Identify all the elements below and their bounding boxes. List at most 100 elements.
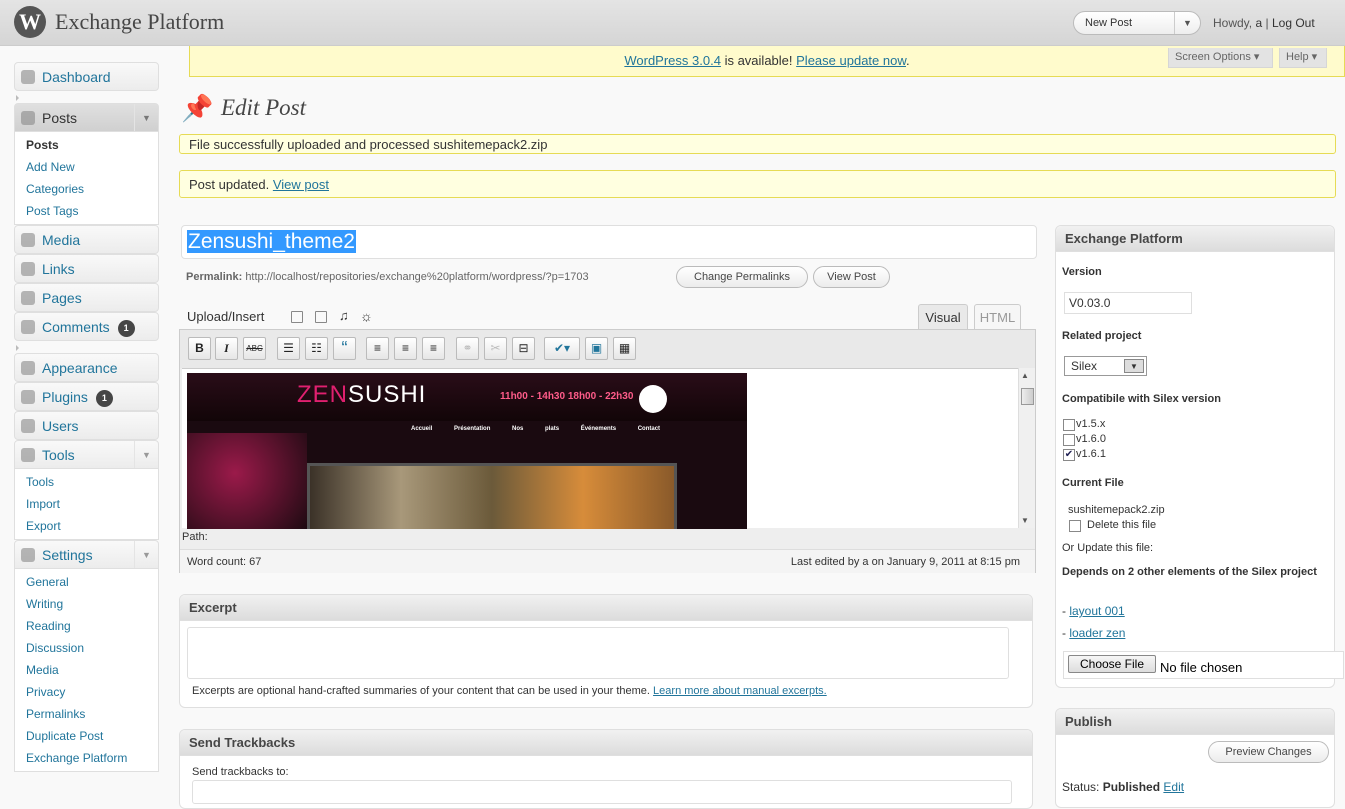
tab-visual[interactable]: Visual	[918, 304, 968, 330]
new-post-dropdown[interactable]: New Post ▼	[1073, 11, 1201, 35]
help-button[interactable]: Help ▾	[1279, 48, 1327, 68]
wordpress-logo-icon[interactable]: W	[14, 6, 46, 38]
menu-appearance[interactable]: Appearance	[14, 353, 159, 382]
submenu-post-tags[interactable]: Post Tags	[15, 200, 158, 222]
submenu-exchange-platform[interactable]: Exchange Platform	[15, 747, 158, 769]
menu-pages[interactable]: Pages	[14, 283, 159, 312]
editor-content[interactable]: ZENSUSHI 11h00 - 14h30 18h00 - 22h30 Acc…	[182, 368, 1018, 529]
submenu-categories[interactable]: Categories	[15, 178, 158, 200]
chevron-down-icon[interactable]: ▼	[134, 441, 158, 468]
post-title-input[interactable]: Zensushi_theme2	[181, 225, 1037, 259]
menu-plugins[interactable]: Plugins 1	[14, 382, 159, 411]
post-status: Status: Published Edit	[1062, 780, 1184, 794]
menu-users[interactable]: Users	[14, 411, 159, 440]
loader-zen-link[interactable]: loader zen	[1069, 626, 1125, 640]
align-center-icon[interactable]: ≡	[394, 337, 417, 360]
zensushi-screenshot-image[interactable]: ZENSUSHI 11h00 - 14h30 18h00 - 22h30 Acc…	[187, 373, 747, 529]
bold-button[interactable]: B	[188, 337, 211, 360]
submenu-import[interactable]: Import	[15, 493, 158, 515]
blockquote-button[interactable]: “	[333, 337, 356, 360]
submenu-reading[interactable]: Reading	[15, 615, 158, 637]
chevron-down-icon[interactable]: ▼	[1174, 12, 1200, 34]
submenu-add-new[interactable]: Add New	[15, 156, 158, 178]
kitchen-sink-icon[interactable]: ▦	[613, 337, 636, 360]
edit-status-link[interactable]: Edit	[1163, 780, 1184, 794]
choose-file-button[interactable]: Choose File	[1068, 655, 1156, 673]
add-audio-icon[interactable]: ♫	[339, 309, 351, 322]
plugins-count-badge: 1	[95, 390, 113, 407]
no-file-chosen-text: No file chosen	[1160, 660, 1243, 675]
scroll-thumb[interactable]	[1021, 388, 1034, 405]
unlink-icon[interactable]: ✂	[484, 337, 507, 360]
menu-links-label: Links	[42, 261, 75, 277]
zensushi-logo-b: SUSHI	[348, 381, 427, 408]
change-permalinks-button[interactable]: Change Permalinks	[676, 266, 808, 288]
exchange-title[interactable]: Exchange Platform	[1056, 226, 1334, 252]
trackbacks-title[interactable]: Send Trackbacks	[180, 730, 1032, 756]
numbered-list-icon[interactable]: ☷	[305, 337, 328, 360]
add-media-icon[interactable]: ☼	[360, 309, 373, 323]
submenu-posts[interactable]: Posts	[15, 134, 158, 156]
link-icon[interactable]: ⚭	[456, 337, 479, 360]
excerpt-title[interactable]: Excerpt	[180, 595, 1032, 621]
dashboard-icon	[21, 70, 35, 84]
menu-tools[interactable]: Tools ▼	[14, 440, 159, 469]
submenu-discussion[interactable]: Discussion	[15, 637, 158, 659]
menu-settings[interactable]: Settings ▼	[14, 540, 159, 569]
related-project-select[interactable]: Silex ▼	[1064, 356, 1147, 376]
submenu-tools[interactable]: Tools	[15, 471, 158, 493]
align-right-icon[interactable]: ≡	[422, 337, 445, 360]
screen-options-button[interactable]: Screen Options ▾	[1168, 48, 1273, 68]
view-post-link[interactable]: View post	[273, 177, 329, 192]
view-post-button[interactable]: View Post	[813, 266, 890, 288]
comments-icon	[21, 320, 35, 334]
more-tag-icon[interactable]: ⊟	[512, 337, 535, 360]
chevron-down-icon[interactable]: ▼	[1124, 359, 1144, 373]
spellcheck-icon[interactable]: ✔▾	[544, 337, 580, 360]
submenu-general[interactable]: General	[15, 571, 158, 593]
excerpt-learn-more-link[interactable]: Learn more about manual excerpts.	[653, 685, 827, 697]
wordpress-version-link[interactable]: WordPress 3.0.4	[624, 53, 721, 68]
preview-changes-button[interactable]: Preview Changes	[1208, 741, 1329, 763]
excerpt-textarea[interactable]	[187, 627, 1009, 679]
upload-insert-label: Upload/Insert	[187, 309, 265, 324]
menu-dashboard[interactable]: Dashboard	[14, 62, 159, 91]
checkbox-v1-6-0[interactable]	[1063, 434, 1075, 446]
fullscreen-icon[interactable]: ▣	[585, 337, 608, 360]
delete-file-checkbox[interactable]	[1069, 520, 1081, 532]
checkbox-v1-6-1[interactable]: ✔	[1063, 449, 1075, 461]
publish-title[interactable]: Publish	[1056, 709, 1334, 735]
bullet-list-icon[interactable]: ☰	[277, 337, 300, 360]
version-input[interactable]: V0.03.0	[1064, 292, 1192, 314]
scroll-down-icon[interactable]: ▼	[1021, 516, 1029, 525]
align-left-icon[interactable]: ≡	[366, 337, 389, 360]
menu-links[interactable]: Links	[14, 254, 159, 283]
submenu-permalinks[interactable]: Permalinks	[15, 703, 158, 725]
submenu-export[interactable]: Export	[15, 515, 158, 537]
layout-001-link[interactable]: layout 001	[1069, 604, 1124, 618]
checkbox-v1-5-x[interactable]	[1063, 419, 1075, 431]
italic-button[interactable]: I	[215, 337, 238, 360]
strikethrough-button[interactable]: ABC	[243, 337, 266, 360]
tab-html[interactable]: HTML	[974, 304, 1021, 330]
menu-media[interactable]: Media	[14, 225, 159, 254]
menu-comments[interactable]: Comments 1	[14, 312, 159, 341]
user-link[interactable]: a	[1255, 16, 1262, 30]
chevron-down-icon[interactable]: ▼	[134, 541, 158, 568]
trackbacks-input[interactable]	[192, 780, 1012, 804]
menu-posts[interactable]: Posts ▼	[14, 103, 159, 132]
submenu-privacy[interactable]: Privacy	[15, 681, 158, 703]
logout-link[interactable]: Log Out	[1272, 16, 1315, 30]
trackbacks-box: Send Trackbacks Send trackbacks to:	[179, 729, 1033, 809]
update-now-link[interactable]: Please update now	[796, 53, 906, 68]
scroll-up-icon[interactable]: ▲	[1021, 371, 1029, 380]
add-video-icon[interactable]	[315, 311, 327, 323]
submenu-duplicate-post[interactable]: Duplicate Post	[15, 725, 158, 747]
editor-scrollbar[interactable]: ▲ ▼	[1018, 368, 1035, 528]
site-title[interactable]: Exchange Platform	[55, 9, 224, 35]
submenu-media[interactable]: Media	[15, 659, 158, 681]
add-image-icon[interactable]	[291, 311, 303, 323]
pages-icon	[21, 291, 35, 305]
submenu-writing[interactable]: Writing	[15, 593, 158, 615]
chevron-down-icon[interactable]: ▼	[134, 104, 158, 131]
